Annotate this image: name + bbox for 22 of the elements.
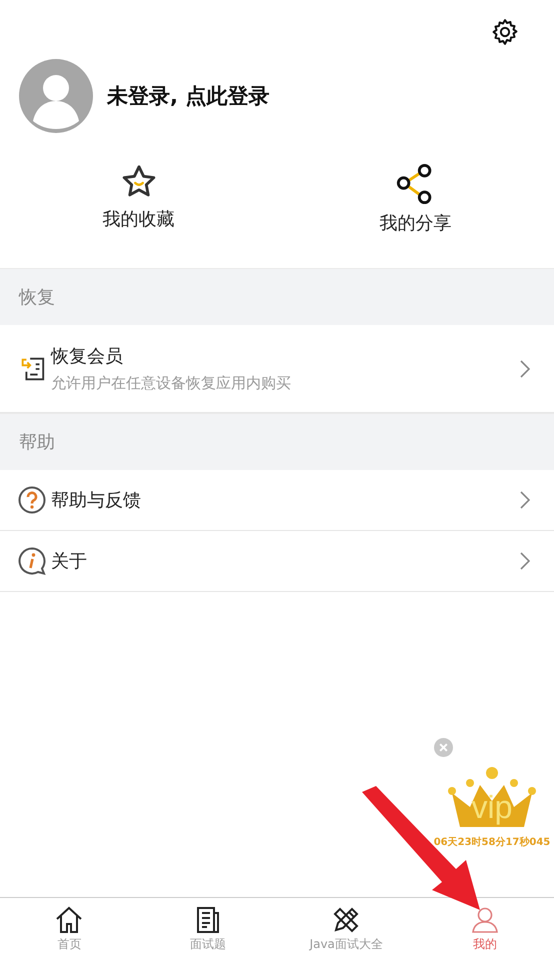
chevron-icon (520, 491, 530, 509)
home-icon (55, 906, 84, 934)
section-header: 帮助 (0, 413, 554, 470)
shortcut-label[interactable]: 我的分享 (380, 211, 452, 235)
shortcut-label[interactable]: 我的收藏 (102, 207, 174, 231)
menu-title: 恢复会员 (51, 345, 124, 368)
countdown-text: 06天23时58分17秒045 (434, 836, 550, 849)
chevron-icon (520, 552, 530, 570)
settings-icon[interactable] (490, 17, 520, 47)
menu-title: 帮助与反馈 (51, 489, 142, 512)
menu-subtitle: 允许用户在任意设备恢复应用内购买 (51, 374, 292, 393)
help-icon (18, 486, 46, 514)
chevron-icon (520, 360, 530, 378)
tab[interactable]: 我的 (416, 898, 554, 960)
login-prompt[interactable]: 未登录, 点此登录 (107, 82, 270, 110)
section-header: 恢复 (0, 268, 554, 325)
pencil-ruler-icon (332, 906, 360, 934)
info-icon (18, 547, 46, 575)
menu-row[interactable]: 帮助与反馈 (0, 470, 554, 531)
menu-title: 关于 (51, 550, 88, 573)
menu-row[interactable]: 关于 (0, 531, 554, 592)
person-icon (470, 906, 499, 934)
